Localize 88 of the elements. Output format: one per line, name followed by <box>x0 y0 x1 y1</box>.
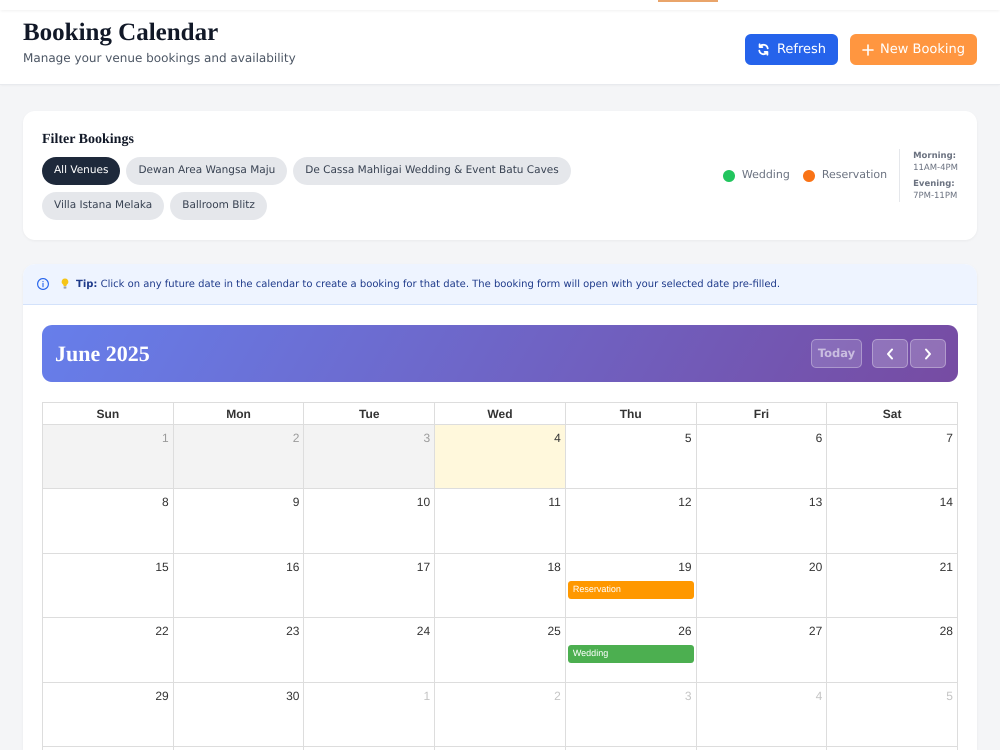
day-number: 12 <box>678 494 692 510</box>
day-cell[interactable]: 9 <box>174 489 304 554</box>
day-number: 5 <box>946 688 953 704</box>
day-cell[interactable]: 30 <box>174 682 304 747</box>
day-number: 20 <box>808 558 822 575</box>
chevron-right-icon <box>924 348 932 360</box>
day-number: 30 <box>286 688 300 704</box>
venue-filter-chip[interactable]: Dewan Area Wangsa Maju <box>126 157 288 185</box>
filter-title: Filter Bookings <box>42 131 135 149</box>
day-cell[interactable]: 16 <box>174 554 304 618</box>
day-number: 16 <box>286 558 300 575</box>
day-number: 13 <box>808 494 822 510</box>
venue-filter-chip[interactable]: All Venues <box>42 157 120 185</box>
page-title: Booking Calendar <box>23 18 220 48</box>
day-number: 7 <box>946 430 953 446</box>
day-number: 21 <box>940 558 953 575</box>
hours-label: Morning: <box>913 150 958 162</box>
tab-indicator <box>658 0 718 2</box>
day-cell[interactable]: 17 <box>304 554 436 618</box>
day-number: 27 <box>808 623 822 640</box>
day-cell[interactable]: 25 <box>435 618 566 683</box>
day-number: 17 <box>416 558 430 575</box>
info-icon <box>37 278 49 290</box>
lightbulb-icon <box>61 278 69 290</box>
day-cell[interactable]: 29 <box>43 682 174 747</box>
day-number: 1 <box>423 688 430 704</box>
day-number: 14 <box>940 494 953 510</box>
day-cell[interactable]: 21 <box>827 554 958 618</box>
day-number: 24 <box>416 623 430 640</box>
day-number: 9 <box>292 494 300 510</box>
day-number: 2 <box>292 430 300 446</box>
day-number: 8 <box>162 494 169 510</box>
legend-label: Wedding <box>742 167 790 184</box>
day-number: 4 <box>554 430 561 446</box>
day-cell[interactable]: 5 <box>566 425 697 490</box>
day-number: 1 <box>162 430 169 446</box>
previous-month-button[interactable] <box>872 339 908 368</box>
day-number: 10 <box>416 494 430 510</box>
day-cell[interactable]: 24 <box>304 618 436 683</box>
day-cell[interactable]: 10 <box>304 489 436 554</box>
day-cell[interactable]: 18 <box>435 554 566 618</box>
venue-filter-chip[interactable]: Ballroom Blitz <box>170 192 267 220</box>
day-cell[interactable]: 8 <box>43 489 174 554</box>
day-number: 6 <box>816 430 822 446</box>
plus-icon <box>862 44 874 56</box>
day-number: 29 <box>155 688 169 704</box>
venue-filter-chip[interactable]: Villa Istana Melaka <box>42 192 164 220</box>
day-number: 23 <box>286 623 300 640</box>
day-cell[interactable]: 11 <box>435 489 566 554</box>
day-number: 25 <box>547 623 561 640</box>
day-number: 18 <box>547 558 561 575</box>
day-cell[interactable]: 19 Reservation <box>566 554 697 618</box>
day-cell[interactable]: 23 <box>174 618 304 683</box>
day-cell[interactable]: 28 <box>827 618 958 683</box>
month-title: June 2025 <box>55 340 150 368</box>
day-number: 4 <box>816 688 822 704</box>
venue-filter-chip[interactable]: De Cassa Mahligai Wedding & Event Batu Caves <box>293 157 571 185</box>
refresh-icon <box>756 43 770 56</box>
tip-text: Tip: Click on any future date in the calendar to create a booking for that date. The booking form will open with your selected date pre-filled. <box>76 278 780 292</box>
day-number: 22 <box>155 623 169 640</box>
hours-label: Evening: <box>913 178 956 190</box>
day-cell[interactable]: 6 <box>696 425 828 490</box>
day-number: 28 <box>940 623 953 640</box>
day-cell[interactable]: 12 <box>566 489 697 554</box>
day-cell[interactable]: 27 <box>696 618 828 683</box>
day-number: 11 <box>548 494 561 510</box>
day-cell[interactable]: 22 <box>43 618 174 683</box>
day-number: 5 <box>684 430 692 446</box>
day-cell[interactable]: 14 <box>827 489 958 554</box>
page-subtitle: Manage your venue bookings and availability <box>23 50 296 66</box>
day-number: 19 <box>678 558 692 575</box>
day-cell[interactable]: 13 <box>696 489 828 554</box>
next-month-button[interactable] <box>910 339 946 368</box>
day-number: 2 <box>554 688 561 704</box>
refresh-button[interactable]: Refresh <box>744 34 838 65</box>
hours-time: 11AM-4PM <box>913 162 958 174</box>
day-number: 3 <box>423 430 430 446</box>
day-cell[interactable]: 4 <box>435 425 566 490</box>
day-number: 3 <box>684 688 692 704</box>
chevron-left-icon <box>886 348 894 360</box>
hours-time: 7PM-11PM <box>913 190 958 202</box>
day-cell[interactable]: 20 <box>696 554 828 618</box>
day-number: 26 <box>678 623 692 640</box>
day-number: 15 <box>155 558 169 575</box>
day-cell[interactable]: 7 <box>827 425 958 490</box>
day-cell[interactable]: 26 Wedding <box>566 618 697 683</box>
day-cell[interactable]: 15 <box>43 554 174 618</box>
legend-label: Reservation <box>822 167 888 184</box>
